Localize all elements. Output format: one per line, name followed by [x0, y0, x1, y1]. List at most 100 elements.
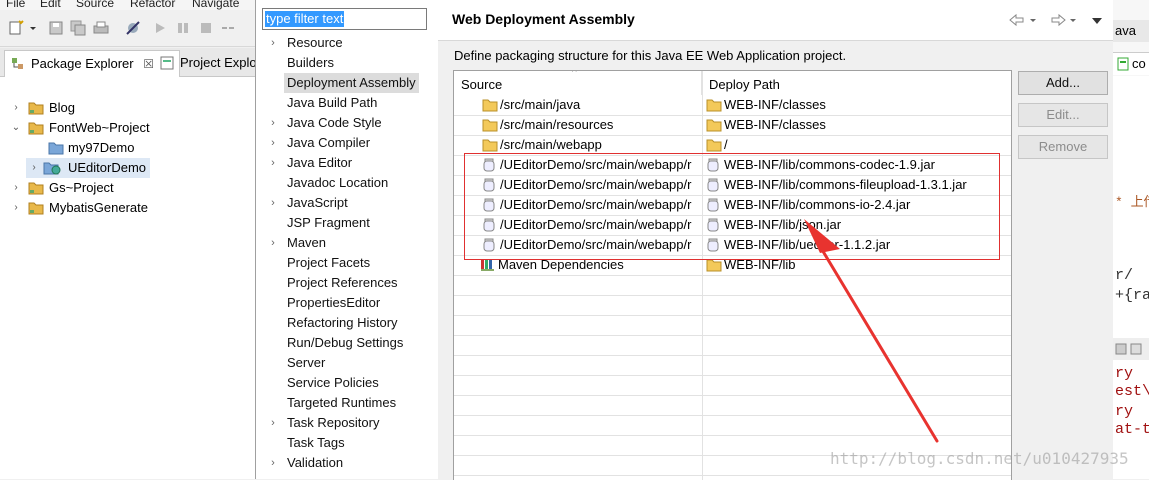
new-icon[interactable] — [8, 20, 24, 36]
source-cell: /UEditorDemo/src/main/webapp/r — [482, 175, 699, 195]
menu-edit[interactable]: Edit — [40, 0, 61, 10]
code-line: ry — [1115, 403, 1134, 420]
tree-item-selected[interactable]: › UEditorDemo — [26, 158, 150, 178]
nav-item-validation[interactable]: Validation — [284, 453, 346, 473]
deploy-path-text: WEB-INF/lib/json.jar — [724, 217, 842, 232]
expand-icon[interactable]: › — [268, 233, 278, 253]
forward-icon[interactable] — [1050, 12, 1080, 28]
nav-item-java-compiler[interactable]: Java Compiler — [284, 133, 373, 153]
table-row[interactable]: /UEditorDemo/src/main/webapp/r WEB-INF/li… — [454, 235, 1011, 256]
editor-tab-label: co — [1132, 56, 1146, 71]
nav-item-task-repository[interactable]: Task Repository — [284, 413, 382, 433]
clear-console-icon[interactable] — [1115, 342, 1145, 356]
table-row[interactable]: /src/main/java WEB-INF/classes — [454, 95, 1011, 116]
deploy-path-text: WEB-INF/classes — [724, 97, 826, 112]
nav-item-deployment-assembly[interactable]: Deployment Assembly — [284, 73, 419, 93]
skip-breakpoints-icon[interactable] — [125, 20, 141, 36]
table-row[interactable]: /src/main/resources WEB-INF/classes — [454, 115, 1011, 136]
perspective-java-tab[interactable]: ava — [1113, 20, 1149, 42]
nav-item-javadoc-location[interactable]: Javadoc Location — [284, 173, 391, 193]
column-header-source[interactable]: Source ^ — [454, 71, 702, 95]
table-row[interactable]: /UEditorDemo/src/main/webapp/r WEB-INF/li… — [454, 195, 1011, 216]
column-header-deploy-path-label: Deploy Path — [709, 77, 780, 92]
main-toolbar — [0, 10, 255, 47]
table-row[interactable]: /src/main/webapp / — [454, 135, 1011, 156]
expand-icon[interactable]: › — [268, 193, 278, 213]
menu-source[interactable]: Source — [76, 0, 114, 10]
deploy-path-text: WEB-INF/lib/commons-codec-1.9.jar — [724, 157, 935, 172]
nav-item-run-debug-settings[interactable]: Run/Debug Settings — [284, 333, 406, 353]
edit-button[interactable]: Edit... — [1018, 103, 1108, 127]
nav-item-java-editor[interactable]: Java Editor — [284, 153, 355, 173]
code-line: * 上传 — [1115, 195, 1149, 210]
print-icon[interactable] — [93, 20, 109, 36]
table-row[interactable]: Maven Dependencies WEB-INF/lib — [454, 255, 1011, 276]
expand-icon[interactable]: › — [268, 33, 278, 53]
terminate-icon[interactable] — [198, 20, 214, 36]
suspend-icon[interactable] — [175, 20, 191, 36]
nav-item-java-code-style[interactable]: Java Code Style — [284, 113, 385, 133]
nav-item-project-references[interactable]: Project References — [284, 273, 401, 293]
filter-input[interactable]: type filter text — [262, 8, 427, 30]
close-icon[interactable]: ☒ — [143, 57, 154, 71]
editor-tab[interactable]: co — [1113, 52, 1149, 75]
nav-item-server[interactable]: Server — [284, 353, 328, 373]
nav-item-resource[interactable]: Resource — [284, 33, 346, 53]
jar-icon — [482, 198, 496, 212]
expand-icon[interactable]: › — [268, 153, 278, 173]
nav-item-builders[interactable]: Builders — [284, 53, 337, 73]
deployment-assembly-page: Web Deployment Assembly Define packaging… — [438, 0, 1113, 480]
table-row[interactable]: /UEditorDemo/src/main/webapp/r WEB-INF/li… — [454, 215, 1011, 236]
tab-package-explorer-label: Package Explorer — [31, 56, 134, 71]
expand-icon[interactable]: › — [268, 133, 278, 153]
folder-icon — [48, 141, 64, 155]
expand-icon[interactable]: › — [10, 98, 22, 118]
table-row[interactable]: /UEditorDemo/src/main/webapp/r WEB-INF/li… — [454, 155, 1011, 176]
code-line: ry — [1115, 365, 1134, 382]
nav-item-service-policies[interactable]: Service Policies — [284, 373, 382, 393]
expand-icon[interactable]: › — [268, 413, 278, 433]
deploy-path-cell: WEB-INF/classes — [706, 115, 1006, 135]
code-line: +{ra — [1115, 287, 1149, 304]
console-toolbar — [1113, 338, 1149, 360]
expand-icon[interactable]: › — [268, 453, 278, 473]
menu-refactor[interactable]: Refactor — [130, 0, 175, 10]
expand-icon[interactable]: › — [28, 158, 40, 178]
nav-item-targeted-runtimes[interactable]: Targeted Runtimes — [284, 393, 399, 413]
disconnect-icon[interactable] — [220, 20, 236, 36]
back-icon[interactable] — [1008, 12, 1038, 28]
add-button[interactable]: Add... — [1018, 71, 1108, 95]
nav-item-task-tags[interactable]: Task Tags — [284, 433, 348, 453]
remove-button[interactable]: Remove — [1018, 135, 1108, 159]
project-explorer-icon — [160, 55, 174, 71]
nav-item-project-facets[interactable]: Project Facets — [284, 253, 373, 273]
explorer-tab-bar: Package Explorer ☒ Project Explo — [0, 48, 257, 77]
column-header-deploy-path[interactable]: Deploy Path — [702, 71, 1009, 95]
jar-icon — [482, 158, 496, 172]
nav-item-java-build-path[interactable]: Java Build Path — [284, 93, 380, 113]
menu-navigate[interactable]: Navigate — [192, 0, 239, 10]
table-row[interactable]: /UEditorDemo/src/main/webapp/r WEB-INF/li… — [454, 175, 1011, 196]
nav-item-propertieseditor[interactable]: PropertiesEditor — [284, 293, 383, 313]
nav-item-refactoring-history[interactable]: Refactoring History — [284, 313, 401, 333]
menu-file[interactable]: File — [6, 0, 25, 10]
project-folder-icon — [28, 181, 44, 195]
dropdown-icon[interactable] — [28, 20, 38, 36]
nav-item-javascript[interactable]: JavaScript — [284, 193, 351, 213]
nav-item-maven[interactable]: Maven — [284, 233, 329, 253]
expand-icon[interactable]: › — [268, 113, 278, 133]
view-menu-icon[interactable] — [1090, 12, 1104, 28]
tree-item-label: FontWeb~Project — [49, 120, 150, 135]
deploy-path-cell: WEB-INF/lib/ueditor-1.1.2.jar — [706, 235, 1006, 255]
expand-icon[interactable]: › — [10, 178, 22, 198]
collapse-icon[interactable]: ⌄ — [10, 118, 22, 138]
jar-icon — [482, 178, 496, 192]
jar-icon — [706, 218, 720, 232]
folder-icon — [482, 98, 498, 112]
nav-item-jsp-fragment[interactable]: JSP Fragment — [284, 213, 373, 233]
resume-icon[interactable] — [152, 20, 168, 36]
save-icon[interactable] — [48, 20, 64, 36]
expand-icon[interactable]: › — [10, 198, 22, 218]
table-row — [454, 355, 1011, 376]
save-all-icon[interactable] — [70, 20, 86, 36]
